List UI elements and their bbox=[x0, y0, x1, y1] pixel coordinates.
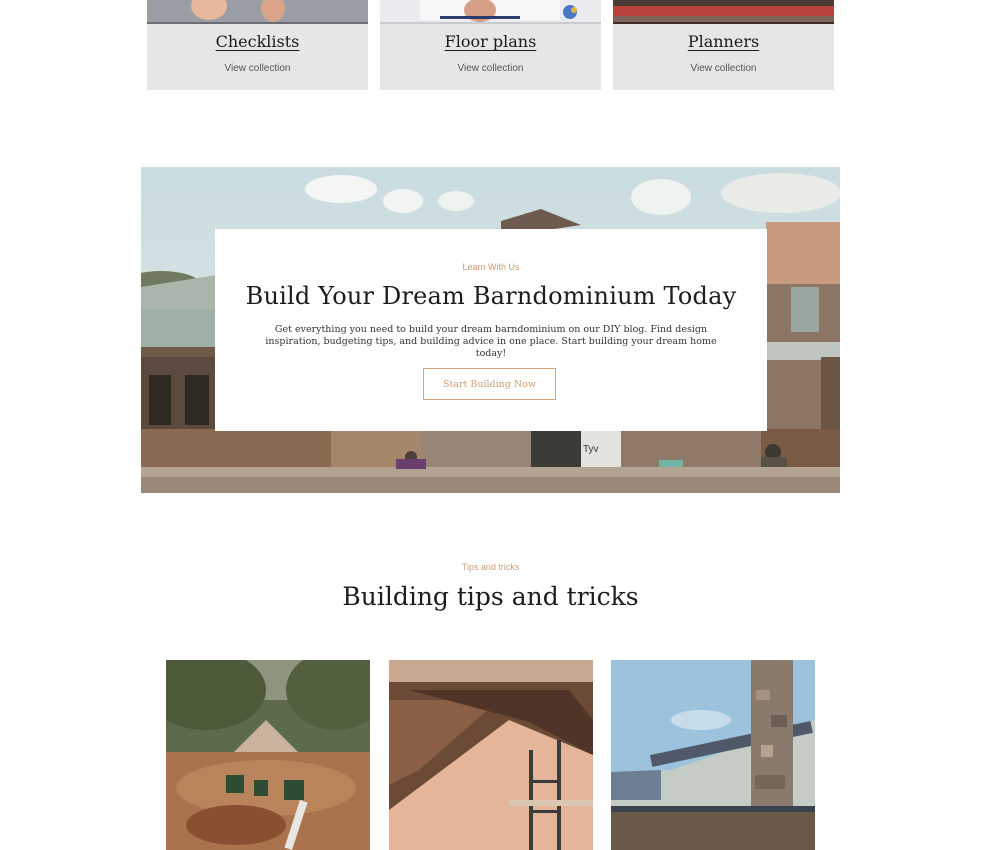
tips-title: Building tips and tricks bbox=[342, 582, 639, 611]
hero-description: Get everything you need to build your dr… bbox=[265, 324, 717, 359]
collection-title[interactable]: Planners bbox=[613, 32, 834, 51]
collection-title[interactable]: Checklists bbox=[147, 32, 368, 51]
collection-card-floor-plans[interactable]: Floor plans View collection bbox=[380, 0, 601, 90]
tip-card-ceiling[interactable] bbox=[389, 660, 593, 850]
tip-card-septic[interactable] bbox=[166, 660, 370, 850]
hero-content-box: Learn With Us Build Your Dream Barndomin… bbox=[215, 229, 767, 431]
collection-card-planners[interactable]: Planners View collection bbox=[613, 0, 834, 90]
view-collection-link[interactable]: View collection bbox=[613, 63, 834, 74]
sign-text: Tyv bbox=[583, 444, 599, 455]
start-building-button[interactable]: Start Building Now bbox=[423, 368, 556, 400]
tips-eyebrow: Tips and tricks bbox=[461, 562, 520, 572]
septic-photo bbox=[166, 660, 370, 850]
tip-card-chimney[interactable] bbox=[611, 660, 815, 850]
checklists-thumbnail bbox=[147, 0, 368, 24]
floor-plans-thumbnail bbox=[380, 0, 601, 24]
hero-title: Build Your Dream Barndominium Today bbox=[245, 282, 737, 310]
view-collection-link[interactable]: View collection bbox=[147, 63, 368, 74]
collection-title[interactable]: Floor plans bbox=[380, 32, 601, 51]
chimney-photo bbox=[611, 660, 815, 850]
hero-eyebrow: Learn With Us bbox=[462, 262, 520, 272]
collection-card-checklists[interactable]: Checklists View collection bbox=[147, 0, 368, 90]
ceiling-photo bbox=[389, 660, 593, 850]
planners-thumbnail bbox=[613, 0, 834, 24]
hero-banner: Tyv Learn With Us Build Your Dream Barnd… bbox=[141, 167, 840, 493]
view-collection-link[interactable]: View collection bbox=[380, 63, 601, 74]
